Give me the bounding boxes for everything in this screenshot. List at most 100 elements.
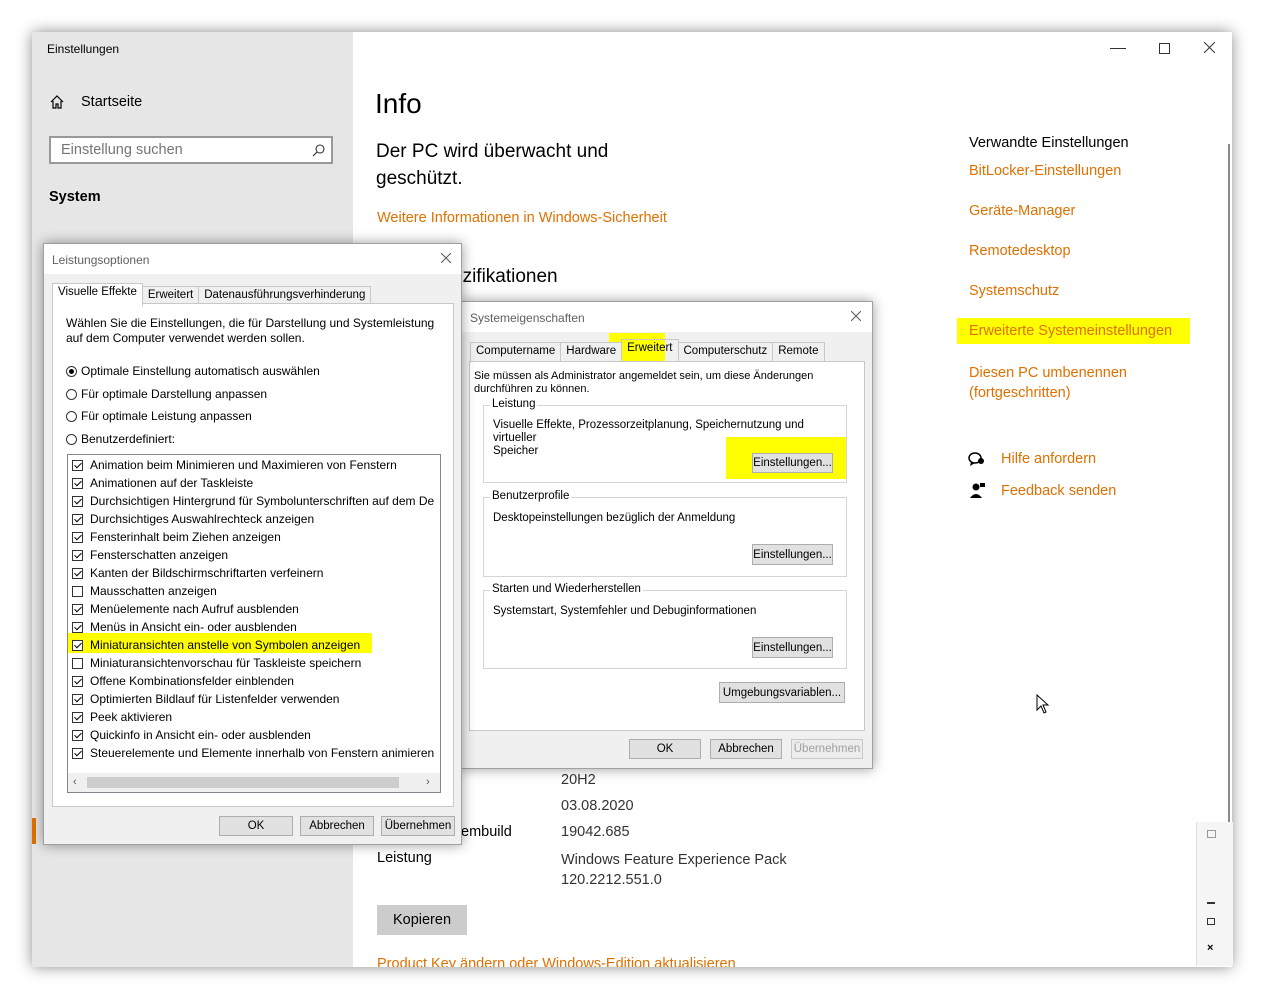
radio-auto-dot[interactable] <box>66 365 77 377</box>
tab-remote[interactable]: Remote <box>772 342 825 362</box>
advanced-system-settings-link[interactable]: Erweiterte Systemeinstellungen <box>969 323 1172 339</box>
remote-desktop-link[interactable]: Remotedesktop <box>969 243 1071 259</box>
effect-option[interactable]: Peek aktivieren <box>72 708 172 726</box>
effect-option[interactable]: Animation beim Minimieren und Maximieren… <box>72 456 397 474</box>
effect-checkbox[interactable] <box>72 531 83 543</box>
effect-option[interactable]: Steuerelemente und Elemente innerhalb vo… <box>72 744 434 762</box>
perf-description: Wählen Sie die Einstellungen, die für Da… <box>66 316 435 345</box>
effect-option[interactable]: Fensterinhalt beim Ziehen anzeigen <box>72 528 281 546</box>
effect-option[interactable]: Mausschatten anzeigen <box>72 582 217 600</box>
perf-apply-button[interactable]: Übernehmen <box>381 816 455 836</box>
tab-computer-protection[interactable]: Computerschutz <box>677 342 774 362</box>
environment-variables-button[interactable]: Umgebungsvariablen... <box>719 682 845 703</box>
perf-close-icon[interactable] <box>441 253 451 263</box>
effect-option[interactable]: Menüs in Ansicht ein- oder ausblenden <box>72 618 297 636</box>
tab-computername[interactable]: Computername <box>470 342 562 362</box>
help-link[interactable]: Hilfe anfordern <box>1001 451 1096 467</box>
close-icon[interactable] <box>1204 42 1215 53</box>
effect-checkbox[interactable] <box>72 513 83 525</box>
group-user-profiles: Benutzerprofile Desktopeinstellungen bez… <box>483 490 847 577</box>
effect-option[interactable]: Fensterschatten anzeigen <box>72 546 228 564</box>
radio-auto-label: Optimale Einstellung automatisch auswähl… <box>81 364 320 378</box>
effect-checkbox[interactable] <box>72 585 83 597</box>
settings-search-input[interactable] <box>59 141 303 159</box>
sysprops-close-icon[interactable] <box>851 311 861 321</box>
close-small-icon[interactable]: × <box>1207 942 1213 954</box>
maximize-small-icon[interactable] <box>1207 918 1215 925</box>
radio-performance[interactable]: Für optimale Leistung anpassen <box>66 409 252 423</box>
feedback-link[interactable]: Feedback senden <box>1001 483 1116 499</box>
bitlocker-link[interactable]: BitLocker-Einstellungen <box>969 163 1121 179</box>
performance-settings-button[interactable]: Einstellungen... <box>752 453 833 473</box>
group-startup-recovery: Starten und Wiederherstellen Systemstart… <box>483 583 847 669</box>
effect-checkbox[interactable] <box>72 657 83 669</box>
radio-performance-dot[interactable] <box>66 410 77 422</box>
group-startup-recovery-label: Starten und Wiederherstellen <box>490 583 643 595</box>
nav-home[interactable]: Startseite <box>49 94 142 110</box>
radio-custom[interactable]: Benutzerdefiniert: <box>66 432 175 446</box>
effects-list[interactable]: Animation beim Minimieren und Maximieren… <box>67 454 441 793</box>
restore-small-icon[interactable] <box>1207 830 1216 838</box>
system-protection-link[interactable]: Systemschutz <box>969 283 1059 299</box>
admin-note-line-1: Sie müssen als Administrator angemeldet … <box>474 370 814 382</box>
effect-checkbox[interactable] <box>72 711 83 723</box>
effect-option[interactable]: Animationen auf der Taskleiste <box>72 474 253 492</box>
effect-checkbox[interactable] <box>72 729 83 741</box>
effect-checkbox[interactable] <box>72 459 83 471</box>
copy-button[interactable]: Kopieren <box>377 905 467 935</box>
security-info-link[interactable]: Weitere Informationen in Windows-Sicherh… <box>377 210 667 226</box>
effect-checkbox[interactable] <box>72 477 83 489</box>
effect-option[interactable]: Optimierten Bildlauf für Listenfelder ve… <box>72 690 339 708</box>
effect-option[interactable]: Durchsichtigen Hintergrund für Symbolunt… <box>72 492 434 510</box>
radio-custom-dot[interactable] <box>66 433 77 445</box>
product-key-link[interactable]: Product Key ändern oder Windows-Edition … <box>377 956 736 967</box>
radio-auto[interactable]: Optimale Einstellung automatisch auswähl… <box>66 364 320 378</box>
tab-visual-effects[interactable]: Visuelle Effekte <box>52 283 143 306</box>
user-profiles-settings-button[interactable]: Einstellungen... <box>752 544 833 565</box>
effect-checkbox[interactable] <box>72 675 83 687</box>
tab-hardware[interactable]: Hardware <box>560 342 623 362</box>
effect-checkbox[interactable] <box>72 639 83 651</box>
effect-option[interactable]: Quickinfo in Ansicht ein- oder ausblende… <box>72 726 311 744</box>
effect-option[interactable]: Kanten der Bildschirmschriftarten verfei… <box>72 564 323 582</box>
effect-option[interactable]: Miniaturansichten anstelle von Symbolen … <box>72 636 360 654</box>
nav-home-label: Startseite <box>81 94 143 110</box>
perf-cancel-button[interactable]: Abbrechen <box>300 816 374 836</box>
minimize-small-icon[interactable] <box>1207 902 1215 904</box>
effect-checkbox[interactable] <box>72 747 83 759</box>
settings-search-box[interactable] <box>49 136 333 164</box>
effect-checkbox[interactable] <box>72 567 83 579</box>
perf-ok-button[interactable]: OK <box>219 816 293 836</box>
scroll-thumb[interactable] <box>87 777 399 788</box>
sysprops-cancel-button[interactable]: Abbrechen <box>710 739 782 759</box>
scroll-left-icon[interactable]: ‹ <box>73 776 77 788</box>
maximize-icon[interactable] <box>1159 43 1170 54</box>
rename-pc-link[interactable]: Diesen PC umbenennen (fortgeschritten) <box>969 363 1127 403</box>
effect-checkbox[interactable] <box>72 693 83 705</box>
effect-checkbox[interactable] <box>72 495 83 507</box>
radio-appearance-dot[interactable] <box>66 388 77 400</box>
effect-option[interactable]: Offene Kombinationsfelder einblenden <box>72 672 294 690</box>
sysprops-ok-button[interactable]: OK <box>629 739 701 759</box>
effect-checkbox[interactable] <box>72 603 83 615</box>
effect-checkbox[interactable] <box>72 621 83 633</box>
radio-custom-label: Benutzerdefiniert: <box>81 432 176 446</box>
effect-option[interactable]: Durchsichtiges Auswahlrechteck anzeigen <box>72 510 314 528</box>
tab-advanced[interactable]: Erweitert <box>621 339 679 362</box>
minimize-icon[interactable] <box>1110 48 1126 49</box>
effect-option-label: Menüs in Ansicht ein- oder ausblenden <box>90 620 297 634</box>
spec-heading: ezifikationen <box>452 266 558 287</box>
rename-pc-line-1: Diesen PC umbenennen <box>969 365 1127 381</box>
radio-appearance[interactable]: Für optimale Darstellung anpassen <box>66 387 267 401</box>
performance-options-dialog: Leistungsoptionen Visuelle Effekte Erwei… <box>43 243 462 845</box>
device-manager-link[interactable]: Geräte-Manager <box>969 203 1075 219</box>
effect-option[interactable]: Menüelemente nach Aufruf ausblenden <box>72 600 299 618</box>
startup-recovery-settings-button[interactable]: Einstellungen... <box>752 637 833 658</box>
sysprops-apply-button[interactable]: Übernehmen <box>791 739 863 759</box>
scroll-right-icon[interactable]: › <box>426 776 430 788</box>
spec-build-label: embuild <box>461 824 512 840</box>
search-icon[interactable] <box>312 144 325 157</box>
effects-hscrollbar[interactable]: ‹ › <box>68 773 440 792</box>
effect-checkbox[interactable] <box>72 549 83 561</box>
effect-option[interactable]: Miniaturansichtenvorschau für Taskleiste… <box>72 654 361 672</box>
